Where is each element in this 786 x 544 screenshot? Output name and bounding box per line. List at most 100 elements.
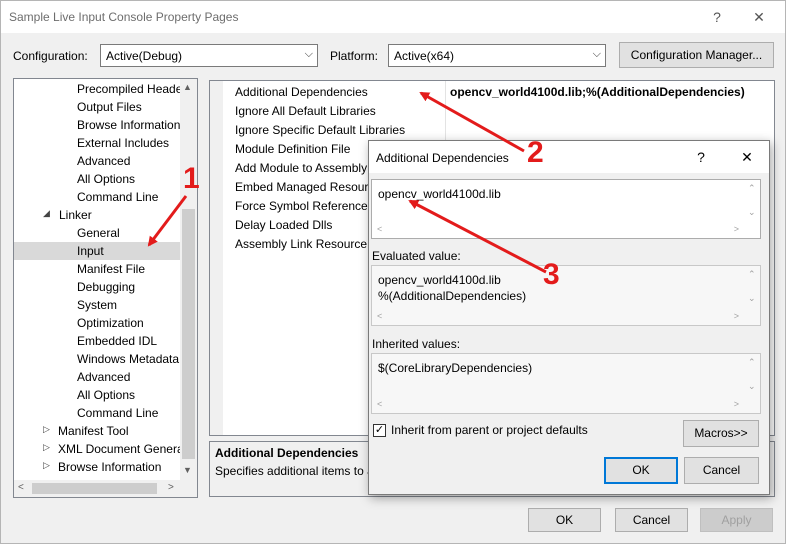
scroll-up-icon[interactable]: ⌃ — [748, 183, 756, 194]
scrollbar-thumb[interactable] — [32, 483, 157, 494]
dialog-ok-button[interactable]: OK — [604, 457, 678, 484]
tree-item[interactable]: Command Line — [14, 188, 182, 206]
help-button[interactable]: ? — [697, 1, 737, 33]
tree-item-label: Manifest File — [77, 262, 146, 276]
property-name: Add Module to Assembly — [235, 161, 368, 175]
property-name: Delay Loaded Dlls — [235, 218, 333, 232]
scroll-up-icon[interactable]: ⌃ — [748, 357, 756, 368]
property-name: Ignore Specific Default Libraries — [235, 123, 406, 137]
inherit-checkbox[interactable]: ✓ — [373, 424, 386, 437]
tree-item[interactable]: Browse Information — [14, 116, 182, 134]
tree-item-label: General — [77, 226, 120, 240]
collapse-arrow-icon[interactable]: ◢ — [43, 208, 50, 219]
dependencies-input[interactable]: opencv_world4100d.lib ⌃ ⌄ < > — [371, 179, 761, 239]
macros-button[interactable]: Macros>> — [683, 420, 759, 447]
scroll-down-icon[interactable]: ⌄ — [748, 293, 756, 304]
dialog-help-button[interactable]: ? — [681, 141, 721, 173]
platform-select[interactable]: Active(x64) ⌵ — [388, 44, 606, 67]
dialog-title-bar: Additional Dependencies ? ✕ — [369, 141, 769, 173]
evaluated-value-label: Evaluated value: — [372, 249, 461, 263]
tree-item[interactable]: All Options — [14, 170, 182, 188]
tree-item-label: XML Document Genera — [58, 442, 182, 456]
description-heading: Additional Dependencies — [215, 446, 359, 460]
configuration-value: Active(Debug) — [106, 49, 183, 63]
tree-item[interactable]: Command Line — [14, 404, 182, 422]
scroll-right-icon[interactable]: > — [734, 311, 739, 321]
tree-item[interactable]: Output Files — [14, 98, 182, 116]
input-vertical-scrollbar[interactable]: ⌃ ⌄ — [743, 180, 760, 221]
property-name: Assembly Link Resource — [235, 237, 368, 251]
tree-horizontal-scrollbar[interactable]: < > — [14, 480, 197, 497]
inherited-vertical-scrollbar[interactable]: ⌃ ⌄ — [743, 354, 760, 396]
scroll-left-icon[interactable]: < — [377, 399, 382, 409]
evaluated-value-box: opencv_world4100d.lib %(AdditionalDepend… — [371, 265, 761, 326]
ok-button[interactable]: OK — [528, 508, 601, 532]
property-row[interactable]: Ignore Specific Default Libraries — [210, 120, 774, 139]
configuration-manager-button[interactable]: Configuration Manager... — [619, 42, 774, 68]
tree-item-label: Linker — [59, 208, 92, 222]
property-name: Embed Managed Resource — [235, 180, 382, 194]
tree-item[interactable]: General — [14, 224, 182, 242]
property-row[interactable]: Ignore All Default Libraries — [210, 101, 774, 120]
configuration-select[interactable]: Active(Debug) ⌵ — [100, 44, 318, 67]
tree-item[interactable]: ▷ XML Document Genera — [14, 440, 182, 458]
scroll-down-icon[interactable]: ▼ — [183, 465, 192, 475]
property-value[interactable]: opencv_world4100d.lib;%(AdditionalDepend… — [450, 85, 745, 99]
input-horizontal-scrollbar[interactable]: < > — [372, 221, 743, 238]
tree-item[interactable]: Advanced — [14, 368, 182, 386]
platform-label: Platform: — [330, 49, 379, 63]
configuration-label: Configuration: — [13, 49, 88, 63]
tree-item[interactable]: Optimization — [14, 314, 182, 332]
scroll-right-icon[interactable]: > — [734, 224, 739, 234]
tree-item-label: Input — [77, 244, 104, 258]
tree-item-label: Output Files — [77, 100, 142, 114]
tree-item[interactable]: ▷ Manifest Tool — [14, 422, 182, 440]
scroll-up-icon[interactable]: ⌃ — [748, 269, 756, 280]
apply-button[interactable]: Apply — [700, 508, 773, 532]
scroll-left-icon[interactable]: < — [377, 224, 382, 234]
tree-item[interactable]: Advanced — [14, 152, 182, 170]
inherited-horizontal-scrollbar[interactable]: < > — [372, 396, 743, 413]
tree-item[interactable]: External Includes — [14, 134, 182, 152]
tree-item[interactable]: Manifest File — [14, 260, 182, 278]
dialog-close-button[interactable]: ✕ — [727, 141, 767, 173]
tree-vertical-scrollbar[interactable]: ▲ ▼ — [180, 79, 197, 481]
tree-item[interactable]: ◢ Linker — [14, 206, 182, 224]
scroll-down-icon[interactable]: ⌄ — [748, 207, 756, 218]
scroll-right-icon[interactable]: > — [734, 399, 739, 409]
tree-item[interactable]: Input — [14, 242, 182, 260]
scrollbar-thumb[interactable] — [182, 209, 195, 459]
property-name: Ignore All Default Libraries — [235, 104, 376, 118]
expand-arrow-icon[interactable]: ▷ — [43, 424, 50, 435]
inherit-checkbox-label[interactable]: Inherit from parent or project defaults — [391, 423, 588, 437]
evaluated-horizontal-scrollbar[interactable]: < > — [372, 308, 743, 325]
tree-item[interactable]: Debugging — [14, 278, 182, 296]
dialog-cancel-button[interactable]: Cancel — [684, 457, 759, 484]
tree-item[interactable]: Precompiled Heade — [14, 80, 182, 98]
tree-item-label: Browse Information — [58, 460, 162, 474]
close-button[interactable]: ✕ — [739, 1, 779, 33]
scroll-up-icon[interactable]: ▲ — [183, 82, 192, 92]
tree-item-label: Command Line — [77, 406, 159, 420]
scroll-left-icon[interactable]: < — [377, 311, 382, 321]
evaluated-vertical-scrollbar[interactable]: ⌃ ⌄ — [743, 266, 760, 308]
tree-item[interactable]: All Options — [14, 386, 182, 404]
tree-item[interactable]: Embedded IDL — [14, 332, 182, 350]
tree-item-label: Advanced — [77, 154, 131, 168]
scroll-right-icon[interactable]: > — [168, 482, 174, 493]
chevron-down-icon: ⌵ — [304, 48, 313, 60]
tree-item[interactable]: Windows Metadata — [14, 350, 182, 368]
cancel-button[interactable]: Cancel — [615, 508, 688, 532]
expand-arrow-icon[interactable]: ▷ — [43, 442, 50, 453]
tree-item-label: System — [77, 298, 118, 312]
expand-arrow-icon[interactable]: ▷ — [43, 460, 50, 471]
property-row[interactable]: Additional Dependencies opencv_world4100d… — [210, 82, 774, 101]
tree-item-label: All Options — [77, 388, 136, 402]
annotation-number-1: 1 — [183, 162, 200, 195]
dependencies-input-text[interactable]: opencv_world4100d.lib — [378, 186, 501, 202]
scroll-left-icon[interactable]: < — [18, 482, 24, 493]
tree-item[interactable]: System — [14, 296, 182, 314]
property-name: Module Definition File — [235, 142, 351, 156]
tree-item[interactable]: ▷ Browse Information — [14, 458, 182, 476]
scroll-down-icon[interactable]: ⌄ — [748, 381, 756, 392]
